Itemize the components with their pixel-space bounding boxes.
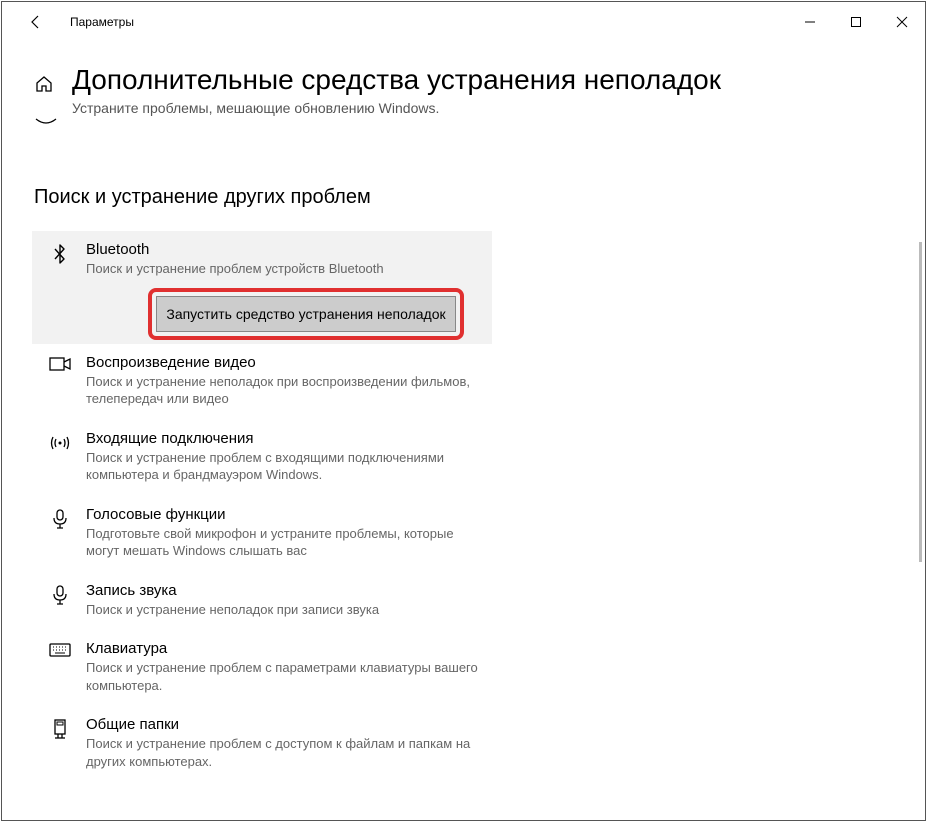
troubleshooter-list: Bluetooth Поиск и устранение проблем уст… — [32, 231, 492, 783]
bluetooth-icon — [46, 241, 74, 278]
window-controls — [787, 6, 925, 38]
run-troubleshooter-button[interactable]: Запустить средство устранения неполадок — [156, 296, 456, 332]
back-button[interactable] — [22, 8, 50, 36]
wireless-icon — [46, 430, 74, 484]
scrollbar[interactable] — [919, 242, 922, 562]
troubleshooter-desc: Поиск и устранение проблем устройств Blu… — [86, 260, 478, 278]
home-icon[interactable] — [32, 72, 56, 96]
troubleshooter-desc: Поиск и устранение неполадок при записи … — [86, 601, 478, 619]
minimize-button[interactable] — [787, 6, 833, 38]
titlebar: Параметры — [2, 2, 925, 42]
shared-folders-icon — [46, 716, 74, 770]
troubleshooter-item-shared[interactable]: Общие папки Поиск и устранение проблем с… — [32, 706, 492, 782]
troubleshooter-item-recording[interactable]: Запись звука Поиск и устранение неполадо… — [32, 572, 492, 631]
troubleshooter-name: Bluetooth — [86, 241, 478, 258]
troubleshooter-desc: Поиск и устранение проблем с параметрами… — [86, 659, 478, 694]
troubleshooter-name: Клавиатура — [86, 640, 478, 657]
window-title: Параметры — [70, 15, 134, 29]
page-subtitle: Устраните проблемы, мешающие обновлению … — [72, 100, 721, 116]
microphone-icon — [46, 506, 74, 560]
page-title: Дополнительные средства устранения непол… — [72, 64, 721, 96]
troubleshooter-item-incoming[interactable]: Входящие подключения Поиск и устранение … — [32, 420, 492, 496]
microphone-icon — [46, 582, 74, 619]
troubleshooter-name: Общие папки — [86, 716, 478, 733]
troubleshooter-name: Голосовые функции — [86, 506, 478, 523]
troubleshooter-item-video[interactable]: Воспроизведение видео Поиск и устранение… — [32, 344, 492, 420]
troubleshooter-item-bluetooth[interactable]: Bluetooth Поиск и устранение проблем уст… — [32, 231, 492, 344]
troubleshooter-item-speech[interactable]: Голосовые функции Подготовьте свой микро… — [32, 496, 492, 572]
troubleshooter-name: Входящие подключения — [86, 430, 478, 447]
smile-icon — [34, 114, 895, 132]
content-area: Дополнительные средства устранения непол… — [2, 42, 925, 820]
troubleshooter-name: Запись звука — [86, 582, 478, 599]
section-title: Поиск и устранение других проблем — [34, 186, 895, 209]
maximize-button[interactable] — [833, 6, 879, 38]
troubleshooter-desc: Поиск и устранение проблем с доступом к … — [86, 735, 478, 770]
video-icon — [46, 354, 74, 408]
troubleshooter-desc: Поиск и устранение неполадок при воспрои… — [86, 373, 478, 408]
close-button[interactable] — [879, 6, 925, 38]
troubleshooter-name: Воспроизведение видео — [86, 354, 478, 371]
settings-window: Параметры Дополнительные средства устран… — [1, 1, 926, 821]
troubleshooter-desc: Подготовьте свой микрофон и устраните пр… — [86, 525, 478, 560]
troubleshooter-item-keyboard[interactable]: Клавиатура Поиск и устранение проблем с … — [32, 630, 492, 706]
troubleshooter-desc: Поиск и устранение проблем с входящими п… — [86, 449, 478, 484]
page-header: Дополнительные средства устранения непол… — [32, 64, 895, 116]
keyboard-icon — [46, 640, 74, 694]
